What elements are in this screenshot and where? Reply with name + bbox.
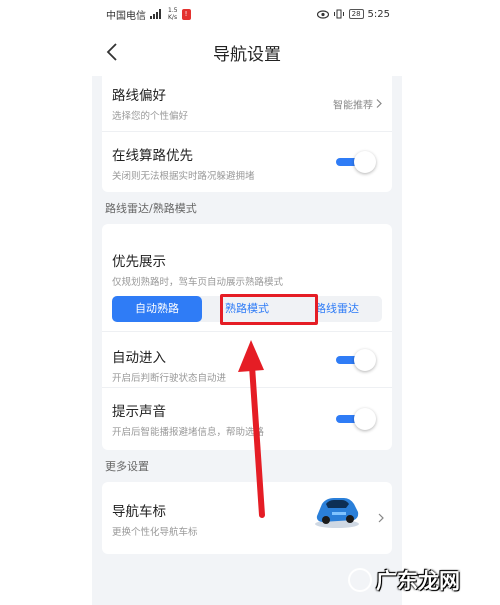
prompt-sound-row: 提示声音 开启后智能播报避堵信息，帮助选路 — [102, 388, 392, 450]
notification-app-icon: ! — [181, 8, 191, 20]
section-label-radar: 路线雷达/熟路模式 — [105, 202, 197, 215]
watermark: 广东龙网 — [348, 565, 460, 595]
annotation-highlight-box — [220, 294, 318, 325]
net-speed: 1.5 K/s — [168, 7, 178, 21]
section-label-more: 更多设置 — [105, 460, 149, 473]
auto-enter-toggle[interactable] — [336, 348, 376, 371]
route-preference-row[interactable]: 路线偏好 选择您的个性偏好 智能推荐 — [102, 76, 392, 132]
more-settings-card: 导航车标 更换个性化导航车标 — [102, 482, 392, 554]
watermark-text: 广东龙网 — [376, 569, 460, 593]
battery-indicator: 28 — [348, 9, 364, 19]
car-icon — [315, 498, 359, 528]
nav-icon-row[interactable]: 导航车标 更换个性化导航车标 — [102, 482, 392, 554]
auto-enter-row: 自动进入 开启后判断行驶状态自动进 — [102, 332, 392, 388]
phone-screen: 中国电信 1.5 K/s ! 28 5:25 导航设置 路线偏好 选择您的个性偏… — [92, 0, 402, 605]
watermark-logo-icon — [348, 568, 372, 592]
clock: 5:25 — [367, 8, 390, 20]
eye-icon — [316, 9, 329, 19]
page-title: 导航设置 — [213, 44, 281, 65]
online-calc-toggle[interactable] — [336, 151, 376, 173]
priority-segmented-control: 自动熟路 熟路模式 路线雷达 — [112, 294, 382, 325]
chevron-right-icon — [378, 513, 384, 523]
segment-auto-familiar[interactable]: 自动熟路 — [112, 296, 202, 322]
route-settings-card: 路线偏好 选择您的个性偏好 智能推荐 在线算路优先 关闭则无法根据实时路况躲避拥… — [102, 76, 392, 192]
vibrate-icon — [333, 9, 344, 19]
signal-icon — [150, 9, 161, 19]
prompt-sound-toggle[interactable] — [336, 408, 376, 430]
route-preference-value: 智能推荐 — [333, 100, 373, 111]
back-arrow-icon[interactable] — [106, 42, 118, 62]
carrier-label: 中国电信 — [106, 10, 146, 22]
header-bar: 导航设置 — [92, 28, 402, 76]
priority-display-subtitle: 仅规划熟路时，驾车页自动展示熟路模式 — [112, 277, 284, 288]
chevron-right-icon — [376, 99, 382, 108]
priority-display-title: 优先展示 — [112, 254, 166, 270]
online-calc-row: 在线算路优先 关闭则无法根据实时路况躲避拥堵 — [102, 132, 392, 192]
auto-enter-subtitle: 开启后判断行驶状态自动进 — [112, 373, 227, 384]
status-bar: 中国电信 1.5 K/s ! 28 5:25 — [92, 0, 402, 28]
radar-card: 优先展示 仅规划熟路时，驾车页自动展示熟路模式 自动熟路 熟路模式 路线雷达 自… — [102, 224, 392, 450]
priority-display-row: 优先展示 仅规划熟路时，驾车页自动展示熟路模式 自动熟路 熟路模式 路线雷达 — [102, 224, 392, 332]
